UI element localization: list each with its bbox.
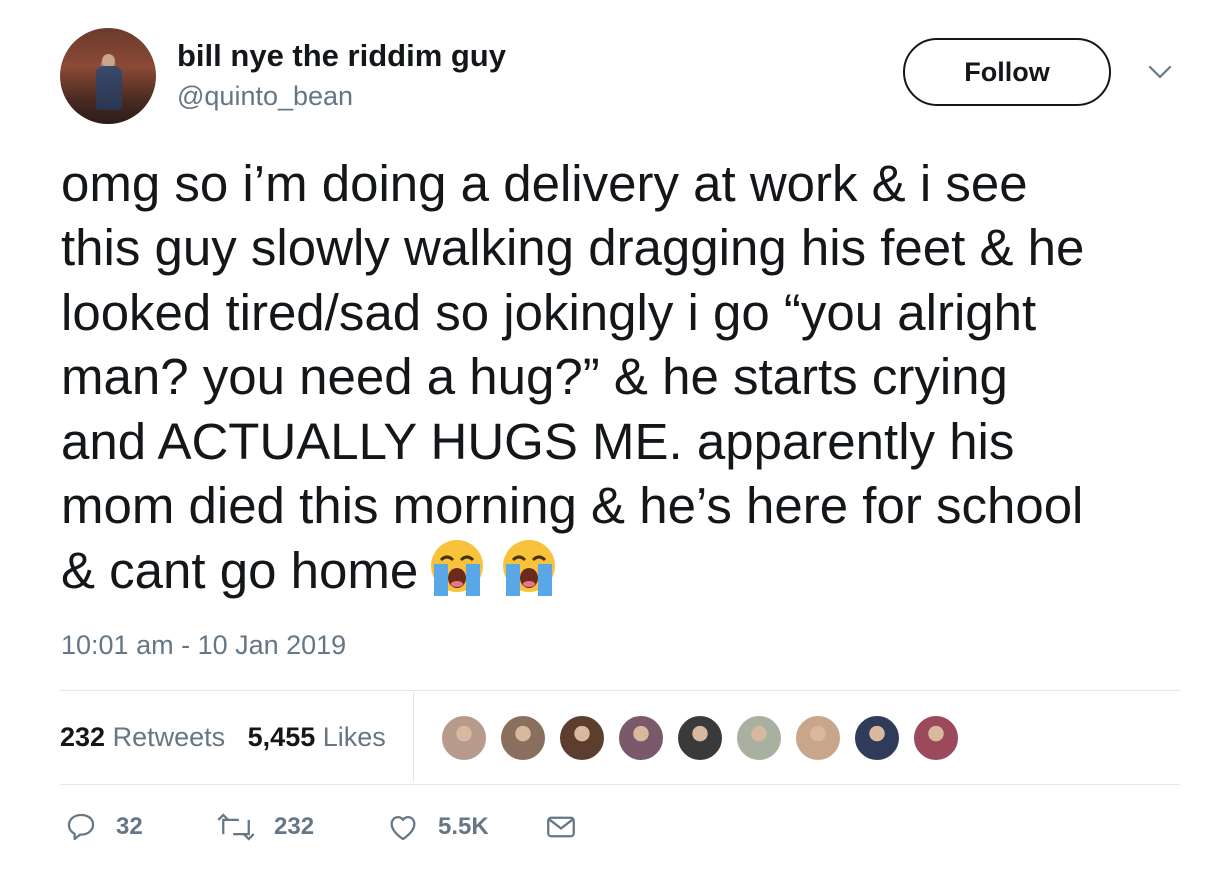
author-avatar[interactable]: [60, 28, 156, 124]
reply-action[interactable]: 32: [64, 810, 143, 844]
retweets-count[interactable]: 232: [60, 722, 105, 752]
reply-count: 32: [116, 813, 143, 840]
follow-button[interactable]: Follow: [903, 38, 1111, 106]
retweet-icon: [217, 813, 255, 841]
divider: [60, 784, 1180, 785]
tweet-text: omg so i’m doing a delivery at work & i …: [61, 152, 1201, 604]
like-count: 5.5K: [438, 813, 489, 840]
stats-divider: [413, 692, 414, 782]
like-action[interactable]: 5.5K: [386, 810, 489, 844]
divider: [60, 690, 1180, 691]
liker-avatar[interactable]: [499, 714, 547, 762]
reply-icon: [67, 813, 95, 841]
liker-avatar[interactable]: [440, 714, 488, 762]
retweet-count: 232: [274, 813, 315, 840]
tweet-body: omg so i’m doing a delivery at work & i …: [61, 155, 1085, 600]
author-handle[interactable]: @quinto_bean: [177, 81, 353, 112]
chevron-down-icon[interactable]: [1148, 64, 1172, 80]
loudly-crying-face-icon: [496, 538, 562, 598]
retweets-label[interactable]: Retweets: [113, 722, 226, 752]
tweet-timestamp[interactable]: 10:01 am - 10 Jan 2019: [61, 630, 346, 661]
likes-label[interactable]: Likes: [323, 722, 386, 752]
liker-avatar[interactable]: [735, 714, 783, 762]
loudly-crying-face-icon: [424, 538, 490, 598]
avatar-figure-body: [96, 66, 122, 110]
liker-avatar[interactable]: [558, 714, 606, 762]
liker-avatar[interactable]: [794, 714, 842, 762]
engagement-stats: 232 Retweets 5,455 Likes: [60, 722, 386, 753]
retweet-action[interactable]: 232: [216, 810, 314, 844]
author-name[interactable]: bill nye the riddim guy: [177, 38, 506, 74]
liker-avatar[interactable]: [676, 714, 724, 762]
direct-message-action[interactable]: [544, 810, 596, 844]
heart-icon: [390, 815, 416, 841]
liker-avatar[interactable]: [853, 714, 901, 762]
envelope-icon: [547, 816, 575, 838]
liker-avatar[interactable]: [617, 714, 665, 762]
likes-count[interactable]: 5,455: [248, 722, 316, 752]
liker-avatar[interactable]: [912, 714, 960, 762]
